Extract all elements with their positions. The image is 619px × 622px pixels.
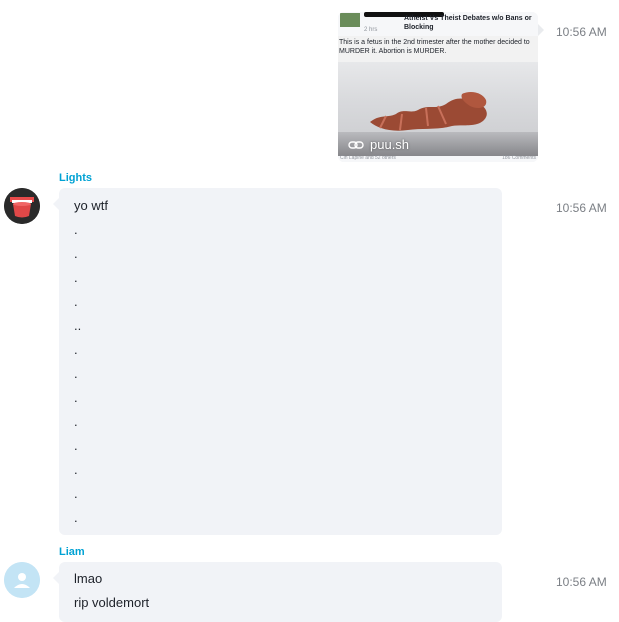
message-line: lmao [74,571,103,586]
preview-group-title: Atheist Vs Theist Debates w/o Bans or Bl… [404,15,532,31]
preview-post-time: 2 hrs [364,27,378,33]
message-line: . [74,414,78,429]
message-timestamp: 10:56 AM [556,575,607,589]
preview-post-text: This is a fetus in the 2nd trimester aft… [339,39,530,55]
preview-header: Atheist Vs Theist Debates w/o Bans or Bl… [338,12,538,36]
message-line: . [74,462,78,477]
image-message[interactable]: Atheist Vs Theist Debates w/o Bans or Bl… [338,12,538,162]
message-line: . [74,246,78,261]
user-avatar-icon [4,562,40,598]
liam-message-bubble[interactable]: lmao rip voldemort [59,562,502,622]
lights-message-bubble[interactable]: yo wtf.............. [59,188,502,535]
puush-link-label: puu.sh [370,137,410,152]
preview-comments: 186 Comments [502,155,536,161]
message-line: . [74,270,78,285]
liam-avatar[interactable] [4,562,40,598]
puush-link[interactable]: puu.sh [348,137,409,152]
message-line: yo wtf [74,198,108,213]
lights-avatar[interactable] [4,188,40,224]
message-line: . [74,294,78,309]
image-message-tail [538,24,544,36]
preview-reactions: Cin Lapine and 52 others [340,155,396,161]
preview-footer: Cin Lapine and 52 others 186 Comments [338,155,538,162]
group-thumbnail [340,13,360,27]
message-line: . [74,366,78,381]
message-line: . [74,342,78,357]
sender-name-lights[interactable]: Lights [59,172,92,184]
message-line: . [74,438,78,453]
message-line: . [74,486,78,501]
lights-avatar-image [4,188,40,224]
message-timestamp: 10:56 AM [556,201,607,215]
sender-name-liam[interactable]: Liam [59,546,85,558]
message-line: . [74,222,78,237]
link-icon [348,140,364,149]
photo-subject [370,92,487,131]
message-timestamp: 10:56 AM [556,25,607,39]
message-line: . [74,390,78,405]
message-line: . [74,510,78,525]
message-line: rip voldemort [74,595,150,610]
message-line: .. [74,318,82,333]
